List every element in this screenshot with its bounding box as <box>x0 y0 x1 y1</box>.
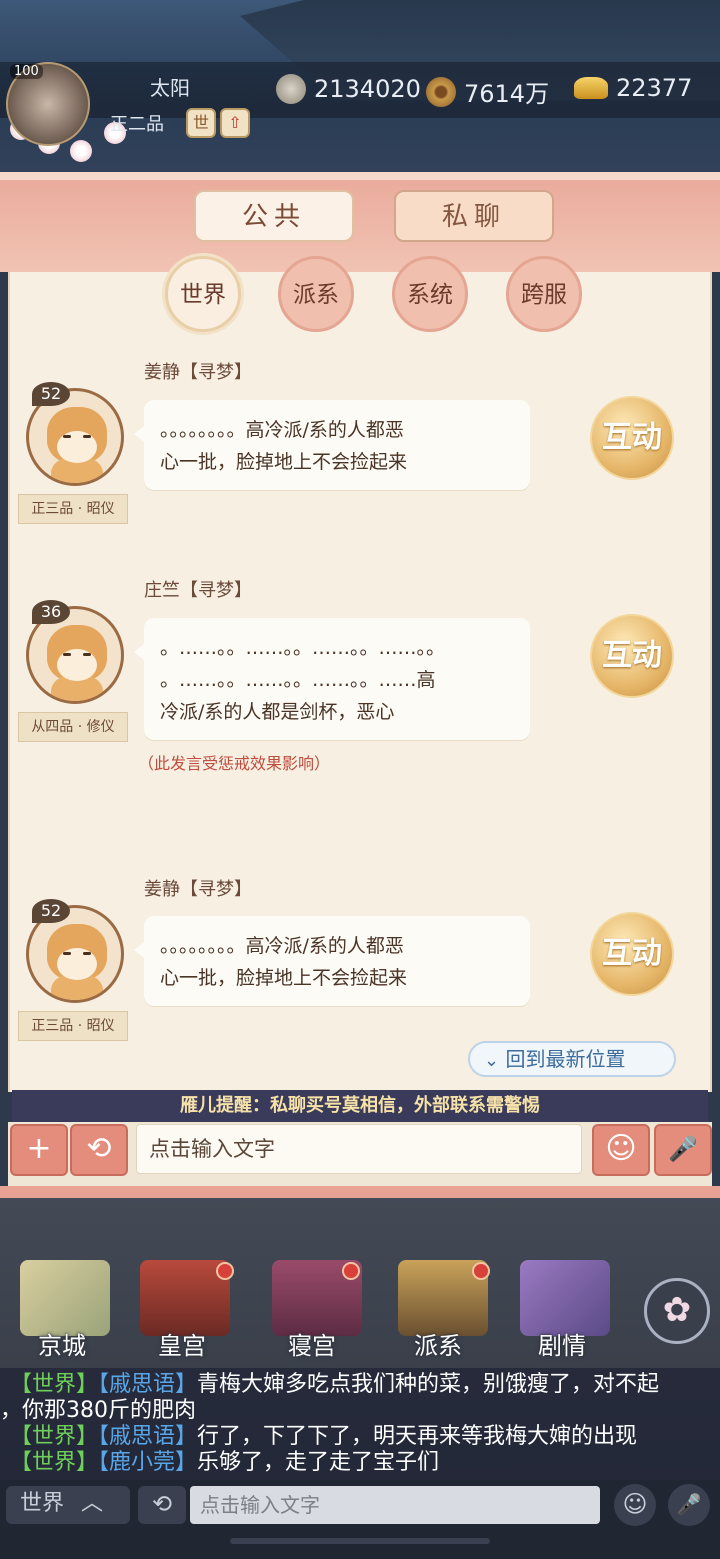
sender-rank-tag: 正三品 · 昭仪 <box>18 494 128 524</box>
channel-tab-system[interactable]: 系统 <box>392 256 468 332</box>
blossom-decoration <box>70 140 92 162</box>
nav-label-faction[interactable]: 派系 <box>414 1326 462 1361</box>
world-chat-line: 【世界】【戚思语】行了，下了下了，明天再来等我梅大婶的出现 <box>10 1424 637 1450</box>
emoji-icon[interactable]: ☺ <box>614 1484 656 1526</box>
message-bubble: 。。。。。。。。高冷派/系的人都恶 心一批，脸掉地上不会捡起来 <box>134 916 530 1006</box>
promote-icon[interactable]: ⇧ <box>220 108 250 138</box>
player-name: 太阳 <box>150 76 190 100</box>
channel-tab-faction[interactable]: 派系 <box>278 256 354 332</box>
channel-tab-world[interactable]: 世界 <box>165 256 241 332</box>
home-indicator <box>230 1538 490 1544</box>
chat-text: 乐够了，走了走了宝子们 <box>197 1450 440 1475</box>
map-icon[interactable] <box>20 1260 110 1336</box>
voice-button[interactable]: 🎤 <box>654 1124 712 1176</box>
nav-label-palace[interactable]: 皇宫 <box>158 1326 206 1361</box>
gold-value: 22377 <box>616 74 693 102</box>
safety-notice: 雁儿提醒：私聊买号莫相信，外部联系需警惕 <box>12 1090 708 1122</box>
chat-text: ，你那380斤的肥肉 <box>0 1398 196 1423</box>
world-chat-feed[interactable]: 【世界】【戚思语】青梅大婶多吃点我们种的菜，别饿瘦了，对不起 ，你那380斤的肥… <box>0 1368 720 1480</box>
avatar-eye <box>63 952 71 955</box>
interact-button[interactable]: 互动 <box>590 912 674 996</box>
notification-dot <box>216 1262 234 1280</box>
chat-user-tag[interactable]: 【鹿小莞】 <box>98 1450 197 1475</box>
double-chevron-down-icon: ⌄ <box>484 1050 500 1071</box>
chat-input[interactable]: 点击输入文字 <box>136 1124 582 1174</box>
chat-text: 青梅大婶多吃点我们种的菜，别饿瘦了，对不起 <box>197 1372 660 1397</box>
emoji-button[interactable]: ☺ <box>592 1124 650 1176</box>
plus-button[interactable]: + <box>10 1124 68 1176</box>
player-level: 100 <box>10 64 43 79</box>
chat-channel-tag: 【世界】 <box>10 1372 99 1397</box>
message-line: 。。。。。。。。高冷派/系的人都恶 <box>160 419 404 441</box>
chat-user-tag[interactable]: 【戚思语】 <box>98 1424 197 1449</box>
sender-level-badge: 52 <box>32 899 70 923</box>
avatar-eye <box>83 952 91 955</box>
message-line: 。……。。……。。……。。……。。 <box>160 637 446 659</box>
message-line: 。。。。。。。。高冷派/系的人都恶 <box>160 935 404 957</box>
back-to-latest-label: 回到最新位置 <box>505 1047 626 1071</box>
message-sender-name[interactable]: 姜静【寻梦】 <box>144 358 252 384</box>
world-chat-line: 【世界】【戚思语】青梅大婶多吃点我们种的菜，别饿瘦了，对不起 <box>10 1372 659 1398</box>
sender-level-badge: 36 <box>32 600 70 624</box>
currency-silver[interactable]: 2134020 <box>276 74 421 104</box>
message-sender-name[interactable]: 庄竺【寻梦】 <box>144 576 252 602</box>
channel-tab-cross-server[interactable]: 跨服 <box>506 256 582 332</box>
chat-text: 行了，下了下了，明天再来等我梅大婶的出现 <box>197 1424 638 1449</box>
copper-coin-icon <box>426 76 456 107</box>
message-line: 。……。。……。。……。。……高 <box>160 669 436 691</box>
microphone-icon[interactable]: 🎤 <box>668 1484 710 1526</box>
message-bubble: 。……。。……。。……。。……。。 。……。。……。。……。。……高 冷派/系的… <box>134 618 530 740</box>
message-line: 心一批，脸掉地上不会捡起来 <box>160 967 408 989</box>
message-line: 心一批，脸掉地上不会捡起来 <box>160 451 408 473</box>
chat-channel-tag: 【世界】 <box>10 1450 99 1475</box>
message-sender-name[interactable]: 姜静【寻梦】 <box>144 875 252 901</box>
copper-value: 7614万 <box>464 80 550 108</box>
currency-copper[interactable]: 7614万 <box>426 74 549 109</box>
history-button[interactable]: ⟲ <box>70 1124 128 1176</box>
currency-gold[interactable]: 22377 <box>574 74 692 102</box>
tab-public[interactable]: 公共 <box>194 190 354 242</box>
chat-panel-header <box>0 172 720 272</box>
avatar-eye <box>63 435 71 438</box>
nav-label-story[interactable]: 剧情 <box>538 1326 586 1361</box>
sender-rank-tag: 从四品 · 修仪 <box>18 712 128 742</box>
player-rank: 正二品 <box>110 114 164 135</box>
nav-label-capital[interactable]: 京城 <box>38 1326 86 1361</box>
message-line: 冷派/系的人都是剑杯，恶心 <box>160 701 395 723</box>
interact-button[interactable]: 互动 <box>590 396 674 480</box>
world-chat-line: ，你那380斤的肥肉 <box>0 1398 196 1424</box>
message-bubble: 。。。。。。。。高冷派/系的人都恶 心一批，脸掉地上不会捡起来 <box>134 400 530 490</box>
tab-private-chat[interactable]: 私聊 <box>394 190 554 242</box>
avatar-eye <box>83 435 91 438</box>
blossom-menu-icon[interactable]: ✿ <box>644 1278 710 1344</box>
chat-user-tag[interactable]: 【戚思语】 <box>98 1372 197 1397</box>
chat-channel-tag: 【世界】 <box>10 1424 99 1449</box>
avatar-eye <box>83 653 91 656</box>
world-chat-line: 【世界】【鹿小莞】乐够了，走了走了宝子们 <box>10 1450 439 1476</box>
interact-button[interactable]: 互动 <box>590 614 674 698</box>
penalty-note: （此发言受惩戒效果影响） <box>138 754 331 773</box>
bottom-chat-input[interactable]: 点击输入文字 <box>190 1486 600 1524</box>
sender-level-badge: 52 <box>32 382 70 406</box>
chat-panel-footer <box>0 1186 720 1198</box>
world-rank-icon[interactable]: 世 <box>186 108 216 138</box>
notification-dot <box>342 1262 360 1280</box>
nav-label-bedchamber[interactable]: 寝宫 <box>288 1326 336 1361</box>
story-book-icon[interactable] <box>520 1260 610 1336</box>
history-icon[interactable]: ⟲ <box>138 1486 186 1524</box>
gold-ingot-icon <box>574 77 608 99</box>
back-to-latest-button[interactable]: ⌄ 回到最新位置 <box>468 1041 676 1077</box>
silver-coin-icon <box>276 74 306 104</box>
sender-rank-tag: 正三品 · 昭仪 <box>18 1011 128 1041</box>
silver-value: 2134020 <box>314 75 421 103</box>
chevron-up-icon: ︿ <box>81 1491 104 1516</box>
notification-dot <box>472 1262 490 1280</box>
avatar-eye <box>63 653 71 656</box>
channel-selector-label: 世界 <box>20 1491 65 1516</box>
channel-selector[interactable]: 世界 ︿ <box>6 1486 130 1524</box>
